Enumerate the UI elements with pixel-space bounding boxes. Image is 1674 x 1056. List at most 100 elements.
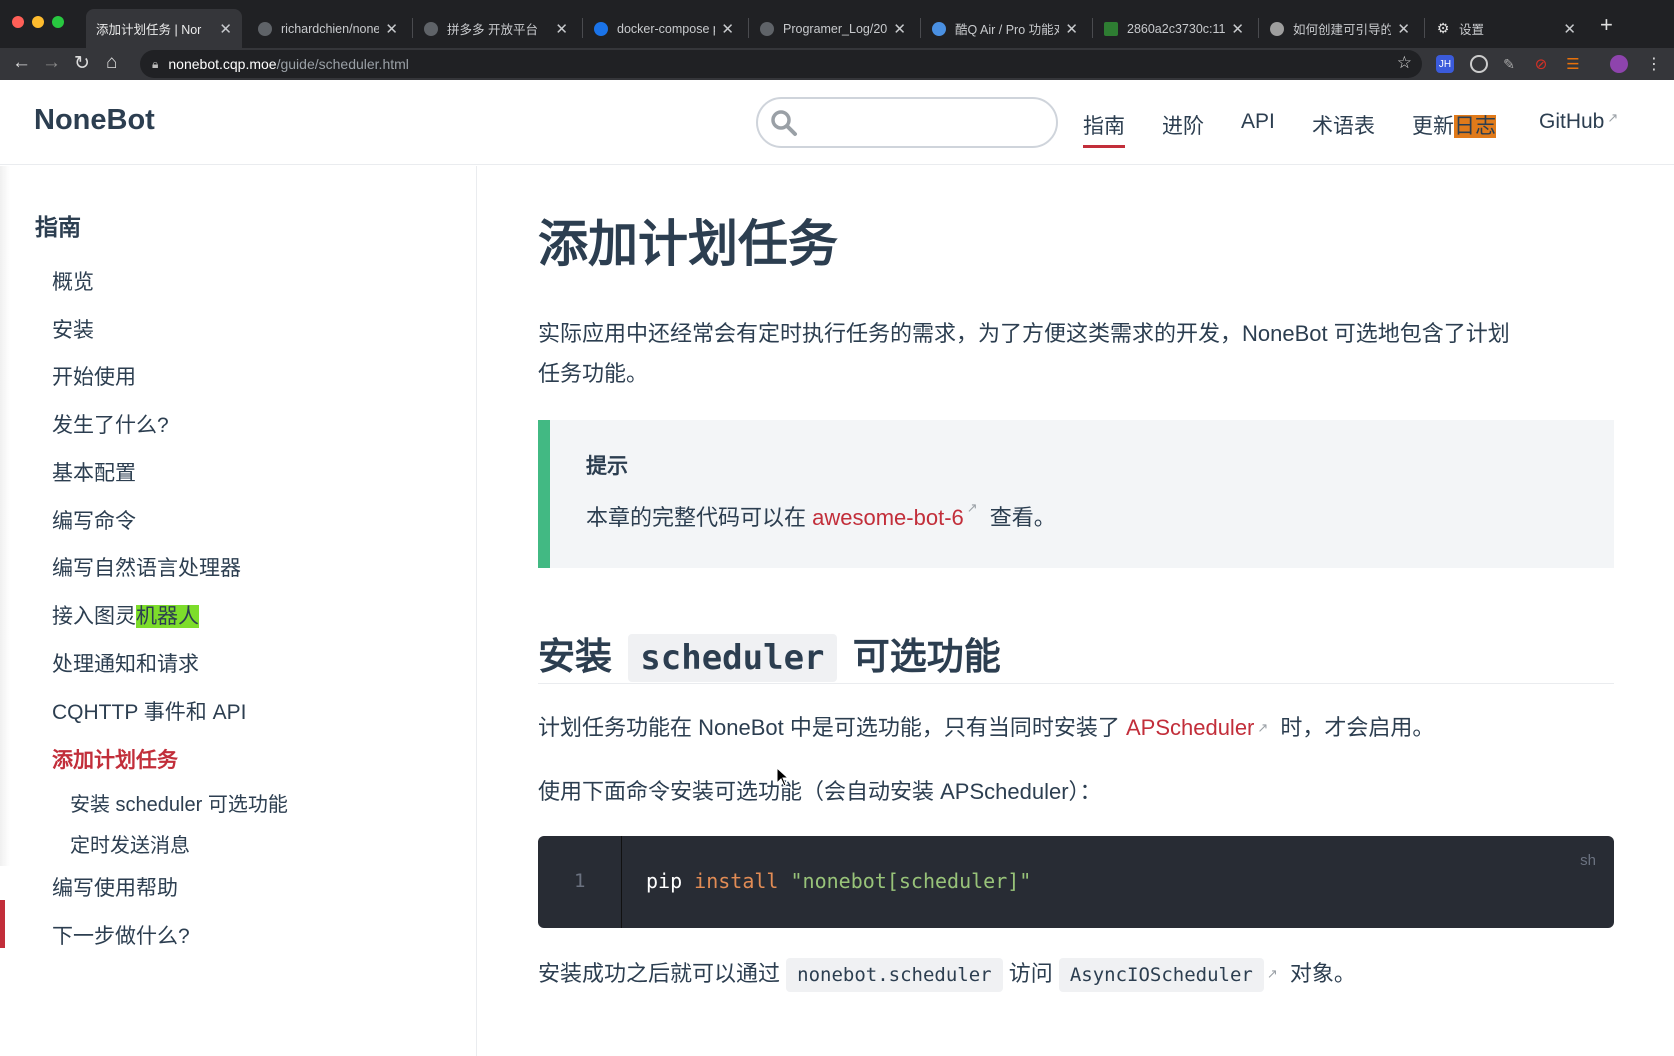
code-line[interactable]: pip install "nonebot[scheduler]" [646, 869, 1031, 893]
paragraph-text-mid: 访问 [1002, 961, 1059, 986]
nav-guide[interactable]: 指南 [1083, 110, 1125, 148]
sidebar-item-label: 接入图灵 [52, 605, 136, 628]
search-icon [771, 110, 797, 136]
browser-menu-icon[interactable]: ⋮ [1646, 54, 1662, 74]
coolq-icon [932, 21, 946, 36]
close-icon[interactable]: ✕ [555, 20, 568, 38]
github-icon [760, 21, 774, 36]
close-icon[interactable]: ✕ [385, 20, 398, 38]
sidebar-item-notice-request[interactable]: 处理通知和请求 [52, 648, 199, 678]
browser-tab[interactable]: 拼多多 开放平台 ✕ [414, 9, 578, 48]
section-heading-install: 安装 scheduler 可选功能 [538, 626, 1614, 684]
line-number: 1 [574, 870, 586, 892]
tab-title: docker-compose p [617, 21, 716, 36]
paragraph-text-end: 时，才会启用。 [1274, 715, 1435, 740]
browser-tab[interactable]: 酷Q Air / Pro 功能对 ✕ [922, 9, 1088, 48]
back-icon[interactable]: ← [12, 52, 31, 74]
nav-advanced[interactable]: 进阶 [1162, 110, 1204, 140]
code-language-label: sh [1580, 852, 1596, 869]
block-extension-icon[interactable]: ⊘ [1532, 55, 1550, 73]
browser-tab[interactable]: Programer_Log/20 ✕ [750, 9, 916, 48]
new-tab-button[interactable]: + [1600, 12, 1613, 38]
url-host: nonebot.cqp.moe [168, 56, 277, 72]
sidebar-item-cqhttp[interactable]: CQHTTP 事件和 API [52, 696, 246, 726]
close-icon[interactable]: ✕ [1231, 20, 1244, 38]
sidebar-item-help[interactable]: 编写使用帮助 [52, 872, 178, 902]
tip-body: 本章的完整代码可以在 awesome-bot-6 ↗ 查看。 [586, 500, 1056, 532]
nav-api[interactable]: API [1241, 110, 1275, 134]
sidebar-item-scheduler[interactable]: 添加计划任务 [52, 744, 178, 774]
browser-tab[interactable]: 如何创建可引导的 ✕ [1260, 9, 1420, 48]
close-icon[interactable]: ✕ [1397, 20, 1410, 38]
reload-icon[interactable]: ↻ [74, 52, 90, 75]
edit-extension-icon[interactable]: ✎ [1500, 55, 1518, 73]
sidebar-item-install[interactable]: 安装 [52, 314, 94, 344]
nav-glossary[interactable]: 术语表 [1312, 110, 1375, 140]
tab-title: 酷Q Air / Pro 功能对 [955, 23, 1060, 37]
nav-changelog[interactable]: 更新日志 [1412, 110, 1496, 140]
sidebar-item-basic-config[interactable]: 基本配置 [52, 457, 136, 487]
tab-title: Programer_Log/20 [783, 21, 888, 36]
code-command: pip [646, 869, 695, 893]
page-title: 添加计划任务 [538, 216, 838, 272]
tab-title: 如何创建可引导的 [1293, 23, 1392, 37]
address-bar[interactable]: 🔒︎ nonebot.cqp.moe/guide/scheduler.html … [140, 50, 1422, 78]
close-icon[interactable]: ✕ [1065, 20, 1078, 38]
apscheduler-link[interactable]: APScheduler [1126, 715, 1254, 740]
url-path: /guide/scheduler.html [276, 56, 409, 72]
site-header: NoneBot 指南 进阶 API 术语表 更新日志 GitHub ↗ [0, 80, 1674, 165]
browser-tab[interactable]: 2860a2c3730c:11 ✕ [1094, 9, 1254, 48]
scheduler-optional-paragraph: 计划任务功能在 NoneBot 中是可选功能，只有当同时安装了 APSchedu… [538, 708, 1614, 748]
forward-icon[interactable]: → [42, 52, 61, 74]
sidebar-subitem-install-scheduler[interactable]: 安装 scheduler 可选功能 [70, 788, 288, 817]
extension-icon[interactable] [1470, 55, 1488, 73]
vnc-icon [1104, 21, 1118, 36]
profile-avatar[interactable] [1610, 55, 1628, 73]
close-icon[interactable]: ✕ [219, 20, 232, 38]
sidebar-item-tuling[interactable]: 接入图灵机器人 [52, 600, 199, 630]
sidebar-subitem-timed-message[interactable]: 定时发送消息 [70, 829, 190, 858]
browser-tab[interactable]: richardchien/noneb ✕ [248, 9, 408, 48]
pen-icon [594, 21, 608, 36]
browser-tab[interactable]: docker-compose p ✕ [584, 9, 744, 48]
minimize-window-button[interactable] [32, 16, 44, 28]
paragraph-text: 安装成功之后就可以通过 [538, 961, 787, 986]
site-logo[interactable]: NoneBot [34, 104, 155, 137]
heading-code: scheduler [628, 634, 837, 682]
sidebar-item-getting-started[interactable]: 开始使用 [52, 361, 136, 391]
close-window-button[interactable] [12, 16, 24, 28]
close-icon[interactable]: ✕ [893, 20, 906, 38]
tab-title: 设置 [1459, 23, 1485, 37]
nav-changelog-highlight: 日志 [1454, 115, 1496, 138]
close-icon[interactable]: ✕ [1563, 20, 1576, 38]
inline-code-asyncioscheduler[interactable]: AsyncIOScheduler [1058, 958, 1264, 992]
browser-tab[interactable]: ⚙ 设置 ✕ [1426, 9, 1586, 48]
paragraph-text: 计划任务功能在 NoneBot 中是可选功能，只有当同时安装了 [538, 715, 1126, 740]
sidebar: 指南 概览 安装 开始使用 发生了什么? 基本配置 编写命令 编写自然语言处理器… [0, 166, 477, 1056]
tab-title: richardchien/noneb [281, 21, 380, 36]
sidebar-item-what-happened[interactable]: 发生了什么? [52, 409, 169, 439]
sidebar-item-overview[interactable]: 概览 [52, 266, 94, 296]
tip-text-end: 查看。 [983, 505, 1056, 530]
json-handle-extension-icon[interactable]: JH [1436, 55, 1454, 73]
sidebar-item-commands[interactable]: 编写命令 [52, 505, 136, 535]
close-icon[interactable]: ✕ [721, 20, 734, 38]
awesome-bot-link[interactable]: awesome-bot-6 [812, 505, 964, 530]
external-link-icon: ↗ [1607, 110, 1619, 125]
tab-title: 2860a2c3730c:11 [1127, 21, 1226, 36]
sidebar-item-next-steps[interactable]: 下一步做什么? [52, 920, 190, 950]
nav-github[interactable]: GitHub ↗ [1539, 110, 1618, 134]
list-extension-icon[interactable]: ☰ [1564, 55, 1582, 73]
search-input[interactable] [756, 97, 1058, 148]
heading-text-end: 可选功能 [852, 636, 1001, 677]
home-icon[interactable]: ⌂ [106, 52, 117, 74]
paragraph-text-end: 对象。 [1283, 961, 1356, 986]
sidebar-item-nlp[interactable]: 编写自然语言处理器 [52, 552, 241, 582]
code-keyword: install [694, 869, 779, 893]
browser-tab[interactable]: 添加计划任务 | Nor ✕ [86, 9, 242, 48]
intro-line-2: 任务功能。 [538, 361, 649, 386]
maximize-window-button[interactable] [52, 16, 64, 28]
active-indicator [0, 900, 5, 948]
tab-title: 添加计划任务 | Nor [96, 23, 202, 37]
bookmark-star-icon[interactable]: ☆ [1397, 53, 1412, 73]
